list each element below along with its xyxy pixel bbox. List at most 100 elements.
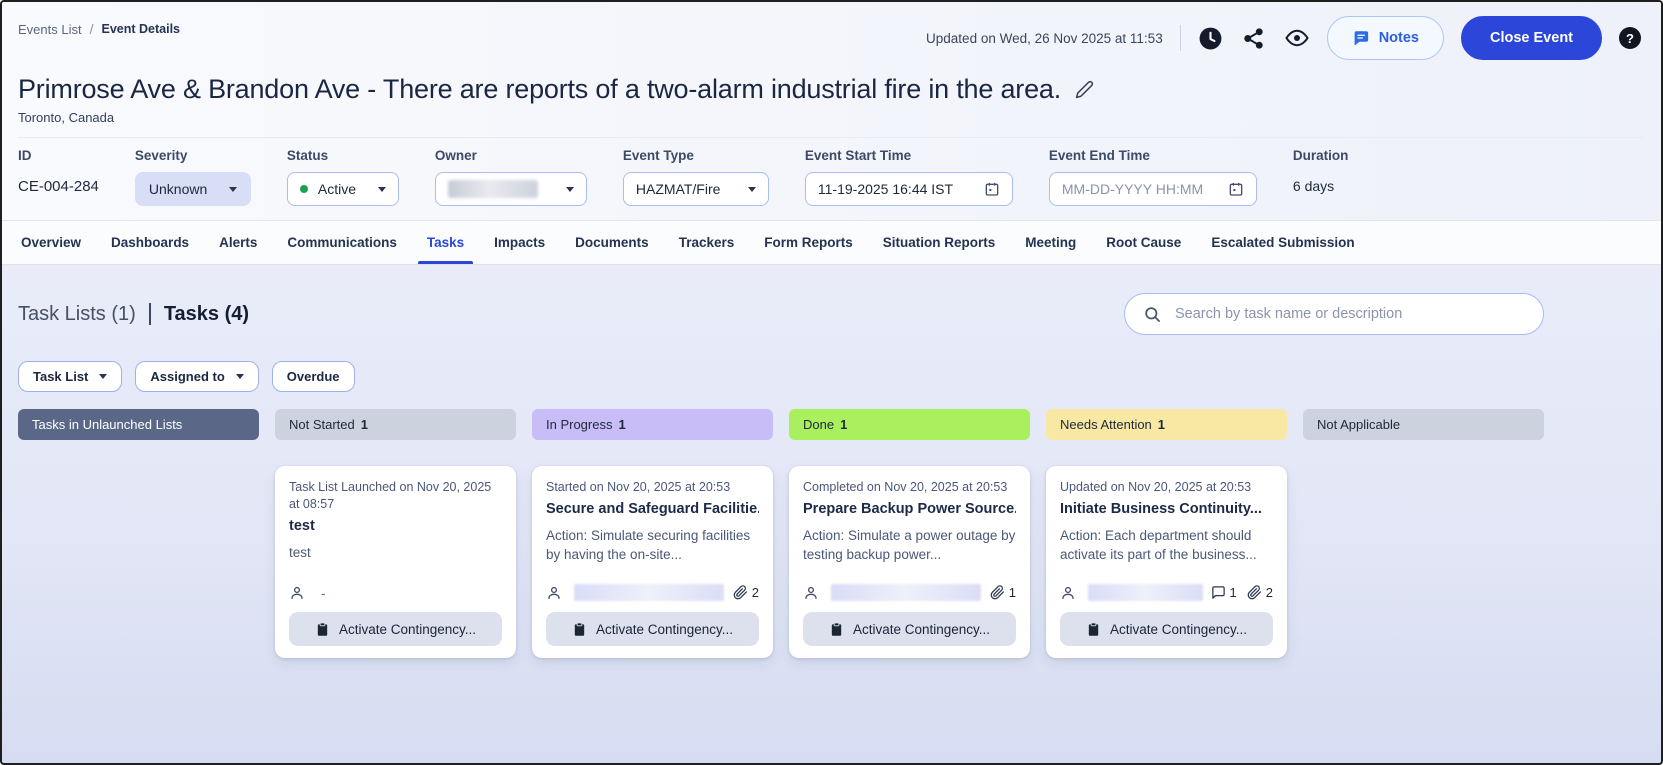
help-icon[interactable]: ?: [1619, 27, 1641, 49]
meta-status: Status Active: [286, 148, 399, 206]
divider: [148, 303, 151, 325]
kanban-column-header[interactable]: In Progress 1: [532, 409, 773, 440]
event-tabs: Overview Dashboards Alerts Communications Ta…: [2, 220, 1661, 265]
status-active-dot: [299, 185, 308, 193]
tab-documents[interactable]: Documents: [560, 221, 664, 264]
severity-dropdown[interactable]: Unknown: [134, 172, 251, 206]
task-card-date: Completed on Nov 20, 2025 at 20:53: [803, 480, 1008, 494]
kanban-column-header[interactable]: Not Applicable: [1303, 409, 1544, 440]
task-lists-count[interactable]: Task Lists (1): [18, 303, 136, 326]
tab-root-cause[interactable]: Root Cause: [1091, 221, 1196, 264]
event-type-dropdown[interactable]: HAZMAT/Fire: [622, 172, 769, 206]
event-type-value: HAZMAT/Fire: [635, 181, 721, 197]
assignee-text: -: [321, 585, 326, 601]
tab-escalated-submission[interactable]: Escalated Submission: [1196, 221, 1369, 264]
attachments-badge[interactable]: 2: [733, 585, 759, 600]
chevron-down-icon: [565, 186, 574, 192]
tab-situation-reports[interactable]: Situation Reports: [868, 221, 1011, 264]
meta-end-time: Event End Time MM-DD-YYYY HH:MM: [1048, 148, 1257, 206]
chevron-down-icon: [377, 186, 386, 192]
clipboard-icon: [315, 622, 330, 637]
search-input[interactable]: [1175, 306, 1525, 322]
kanban-column: Not Applicable: [1303, 409, 1544, 440]
task-card-footer: 2: [546, 572, 759, 601]
share-icon[interactable]: [1241, 25, 1267, 51]
duration-label: Duration: [1292, 148, 1349, 163]
task-card-description: test: [289, 544, 311, 560]
card-badges: 1: [990, 585, 1016, 600]
tab-form-reports[interactable]: Form Reports: [749, 221, 868, 264]
tab-meeting[interactable]: Meeting: [1010, 221, 1091, 264]
filter-assigned-to[interactable]: Assigned to: [135, 361, 259, 392]
task-search[interactable]: [1124, 293, 1544, 335]
task-filters: Task List Assigned to Overdue: [18, 361, 1661, 392]
task-card-title: Prepare Backup Power Source...: [803, 500, 1016, 517]
tab-overview[interactable]: Overview: [6, 221, 96, 264]
task-card-date: Task List Launched on Nov 20, 2025 at 08…: [289, 480, 492, 511]
task-card[interactable]: Task List Launched on Nov 20, 2025 at 08…: [275, 466, 516, 658]
kanban-column-header[interactable]: Not Started 1: [275, 409, 516, 440]
clock-icon[interactable]: [1198, 25, 1224, 51]
tab-tasks[interactable]: Tasks: [412, 221, 479, 264]
activate-contingency-button[interactable]: Activate Contingency...: [289, 612, 502, 646]
event-title: Primrose Ave & Brandon Ave - There are r…: [18, 74, 1062, 104]
task-card-title: test: [289, 517, 315, 534]
breadcrumb-event-details: Event Details: [101, 22, 180, 36]
breadcrumb: Events List / Event Details: [18, 16, 180, 37]
activate-contingency-button[interactable]: Activate Contingency...: [1060, 612, 1273, 646]
end-time-field[interactable]: MM-DD-YYYY HH:MM: [1048, 172, 1257, 206]
status-dropdown[interactable]: Active: [286, 172, 399, 206]
meta-id: ID CE-004-284: [18, 148, 99, 195]
owner-redacted-value: [447, 180, 538, 198]
notes-button-label: Notes: [1378, 30, 1419, 46]
owner-dropdown[interactable]: [434, 172, 587, 206]
status-value: Active: [317, 181, 357, 197]
edit-title-icon[interactable]: [1075, 80, 1094, 99]
eye-icon[interactable]: [1284, 25, 1310, 51]
severity-label: Severity: [134, 148, 188, 163]
close-event-button[interactable]: Close Event: [1461, 16, 1602, 60]
close-event-label: Close Event: [1490, 30, 1573, 46]
task-card-description: Action: Simulate a power outage by testi…: [803, 527, 1016, 563]
comments-badge[interactable]: 1: [1211, 585, 1237, 600]
tasks-count[interactable]: Tasks (4): [164, 303, 249, 326]
task-card[interactable]: Completed on Nov 20, 2025 at 20:53 Prepa…: [789, 466, 1030, 658]
kanban-column: Done 1 Completed on Nov 20, 2025 at 20:5…: [789, 409, 1030, 658]
assignee-redacted: [574, 584, 724, 601]
notes-button[interactable]: Notes: [1326, 16, 1444, 60]
kanban-column-header[interactable]: Tasks in Unlaunched Lists: [18, 409, 259, 440]
assignee-icon: [546, 585, 562, 601]
calendar-icon: [1228, 181, 1244, 197]
breadcrumb-events-list[interactable]: Events List: [18, 22, 82, 37]
task-card-title: Secure and Safeguard Facilitie...: [546, 500, 759, 517]
tab-trackers[interactable]: Trackers: [664, 221, 750, 264]
filter-task-list[interactable]: Task List: [18, 361, 123, 392]
kanban-column: In Progress 1 Started on Nov 20, 2025 at…: [532, 409, 773, 658]
owner-label: Owner: [434, 148, 477, 163]
task-card-description: Action: Each department should activate …: [1060, 527, 1257, 563]
start-time-field[interactable]: 11-19-2025 16:44 IST: [804, 172, 1013, 206]
task-card[interactable]: Started on Nov 20, 2025 at 20:53 Secure …: [532, 466, 773, 658]
meta-owner: Owner: [434, 148, 587, 206]
tab-impacts[interactable]: Impacts: [479, 221, 560, 264]
tab-dashboards[interactable]: Dashboards: [96, 221, 204, 264]
kanban-column-header[interactable]: Done 1: [789, 409, 1030, 440]
event-meta-row: ID CE-004-284 Severity Unknown Status Ac…: [18, 137, 1645, 220]
tab-alerts[interactable]: Alerts: [204, 221, 272, 264]
duration-value: 6 days: [1292, 178, 1335, 194]
activate-contingency-button[interactable]: Activate Contingency...: [803, 612, 1016, 646]
search-icon: [1143, 305, 1162, 324]
kanban-column: Not Started 1 Task List Launched on Nov …: [275, 409, 516, 658]
status-label: Status: [286, 148, 329, 163]
activate-contingency-button[interactable]: Activate Contingency...: [546, 612, 759, 646]
clipboard-icon: [1086, 622, 1101, 637]
attachments-badge[interactable]: 2: [1247, 585, 1273, 600]
tab-communications[interactable]: Communications: [272, 221, 412, 264]
kanban-column-header[interactable]: Needs Attention 1: [1046, 409, 1287, 440]
attachments-badge[interactable]: 1: [990, 585, 1016, 600]
task-card-footer: -: [289, 573, 502, 601]
clipboard-icon: [572, 622, 587, 637]
task-card-footer: 1: [803, 572, 1016, 601]
filter-overdue[interactable]: Overdue: [271, 361, 355, 392]
task-card[interactable]: Updated on Nov 20, 2025 at 20:53 Initiat…: [1046, 466, 1287, 658]
